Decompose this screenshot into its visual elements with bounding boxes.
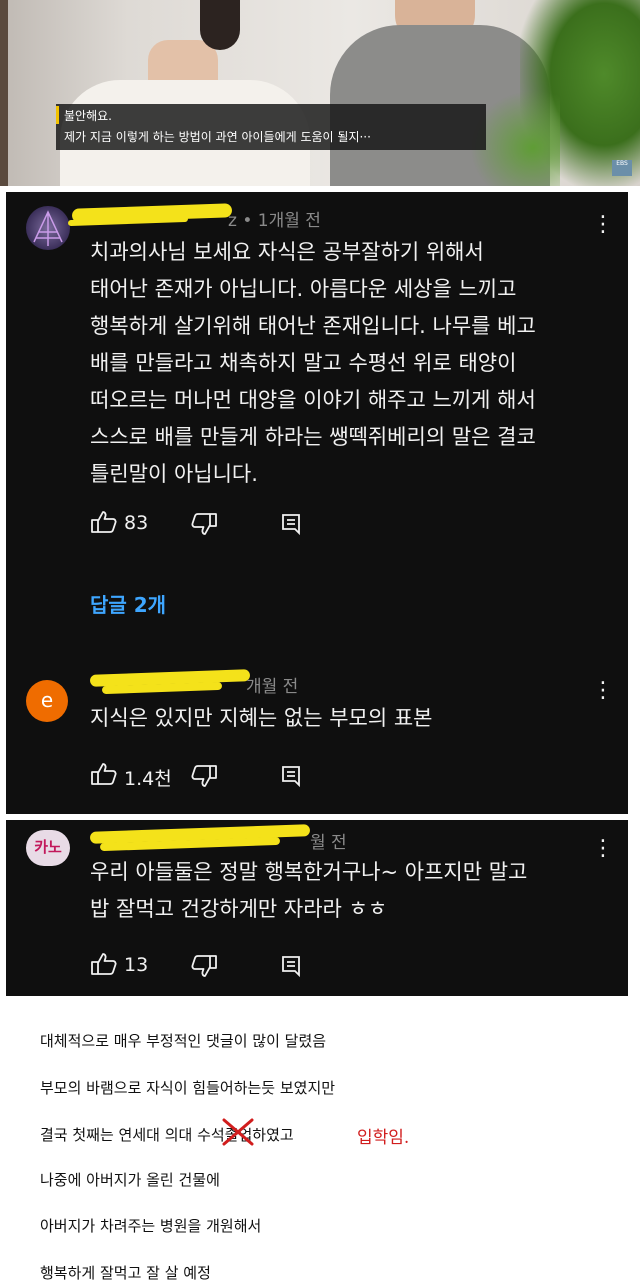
dislike-icon[interactable] bbox=[190, 512, 218, 536]
dislike-icon[interactable] bbox=[190, 954, 218, 978]
comment-thread-2: 카노 월 전 ⋮ 우리 아들둘은 정말 행복한거구나~ 아프지만 말고 밥 잘먹… bbox=[6, 820, 628, 996]
comment-line: 행복하게 살기위해 태어난 존재입니다. 나무를 베고 bbox=[90, 314, 536, 338]
avatar[interactable]: e bbox=[26, 680, 68, 722]
like-count: 13 bbox=[124, 954, 149, 976]
crossed-word: 졸업 bbox=[222, 1118, 254, 1146]
comment-line: 치과의사님 보세요 자식은 공부잘하기 위해서 bbox=[90, 240, 484, 264]
comment-line: 배를 만들라고 채촉하지 말고 수평선 위로 태양이 bbox=[90, 351, 517, 375]
comment-meta: 월 전 bbox=[310, 833, 347, 853]
subtitle-line-2: 제가 지금 이렇게 하는 방법이 과연 아이들에게 도움이 될지··· bbox=[64, 130, 371, 144]
comment-thread-1: z • 1개월 전 ⋮ 치과의사님 보세요 자식은 공부잘하기 위해서 태어난 … bbox=[6, 192, 628, 656]
note-line: 대체적으로 매우 부정적인 댓글이 많이 달렸음 bbox=[40, 1032, 327, 1050]
woman-figure-hair bbox=[200, 0, 240, 50]
like-count: 1.4천 bbox=[124, 768, 172, 790]
comment-meta: z • 1개월 전 bbox=[228, 211, 321, 231]
comment-meta: 개월 전 bbox=[246, 677, 299, 697]
reply-icon[interactable] bbox=[280, 764, 302, 788]
like-icon[interactable] bbox=[90, 762, 118, 786]
avatar-art-icon bbox=[33, 210, 63, 246]
dislike-icon[interactable] bbox=[190, 764, 218, 788]
note-text: 하였고 bbox=[252, 1126, 294, 1144]
video-subtitle: 불안해요. 제가 지금 이렇게 하는 방법이 과연 아이들에게 도움이 될지··… bbox=[56, 104, 486, 150]
like-icon[interactable] bbox=[90, 510, 118, 534]
comment-line: 밥 잘먹고 건강하게만 자라라 ㅎㅎ bbox=[90, 897, 388, 921]
reply-icon[interactable] bbox=[280, 954, 302, 978]
note-line: 아버지가 차려주는 병원을 개원해서 bbox=[40, 1217, 262, 1235]
subtitle-line-1: 불안해요. bbox=[64, 109, 112, 123]
subtitle-accent bbox=[56, 106, 59, 124]
correction-note: 입학임. bbox=[357, 1128, 410, 1148]
avatar[interactable] bbox=[26, 206, 70, 250]
note-line-corrected: 결국 첫째는 연세대 의대 수석졸업 하였고 bbox=[40, 1118, 294, 1146]
comment-line: 스스로 배를 만들게 하라는 쌩떽쥐베리의 말은 결코 bbox=[90, 425, 536, 449]
comment-body: 우리 아들둘은 정말 행복한거구나~ 아프지만 말고 밥 잘먹고 건강하게만 자… bbox=[90, 854, 527, 928]
comment-reply: e 개월 전 ⋮ 지식은 있지만 지혜는 없는 부모의 표본 1.4천 bbox=[6, 656, 628, 814]
comment-line: 떠오르는 머나먼 대양을 이야기 해주고 느끼게 해서 bbox=[90, 388, 536, 412]
comment-line: 지식은 있지만 지혜는 없는 부모의 표본 bbox=[90, 706, 433, 730]
reply-icon[interactable] bbox=[280, 512, 302, 536]
channel-logo: EBS bbox=[612, 160, 632, 176]
video-edge bbox=[0, 0, 8, 186]
video-frame[interactable]: 불안해요. 제가 지금 이렇게 하는 방법이 과연 아이들에게 도움이 될지··… bbox=[0, 0, 640, 186]
note-line: 부모의 바램으로 자식이 힘들어하는듯 보였지만 bbox=[40, 1079, 336, 1097]
cross-mark-icon bbox=[222, 1118, 254, 1146]
more-options-icon[interactable]: ⋮ bbox=[592, 214, 614, 236]
avatar[interactable]: 카노 bbox=[26, 830, 70, 866]
comment-line: 틀린말이 아닙니다. bbox=[90, 462, 258, 486]
note-text: 결국 첫째는 연세대 의대 수석 bbox=[40, 1126, 225, 1144]
comment-line: 태어난 존재가 아닙니다. 아름다운 세상을 느끼고 bbox=[90, 277, 517, 301]
like-icon[interactable] bbox=[90, 952, 118, 976]
note-line: 나중에 아버지가 올린 건물에 bbox=[40, 1171, 220, 1189]
comment-line: 우리 아들둘은 정말 행복한거구나~ 아프지만 말고 bbox=[90, 860, 528, 884]
replies-toggle[interactable]: 답글 2개 bbox=[90, 589, 166, 618]
like-count: 83 bbox=[124, 512, 149, 534]
comment-body: 치과의사님 보세요 자식은 공부잘하기 위해서 태어난 존재가 아닙니다. 아름… bbox=[90, 234, 536, 493]
more-options-icon[interactable]: ⋮ bbox=[592, 680, 614, 702]
more-options-icon[interactable]: ⋮ bbox=[592, 838, 614, 860]
